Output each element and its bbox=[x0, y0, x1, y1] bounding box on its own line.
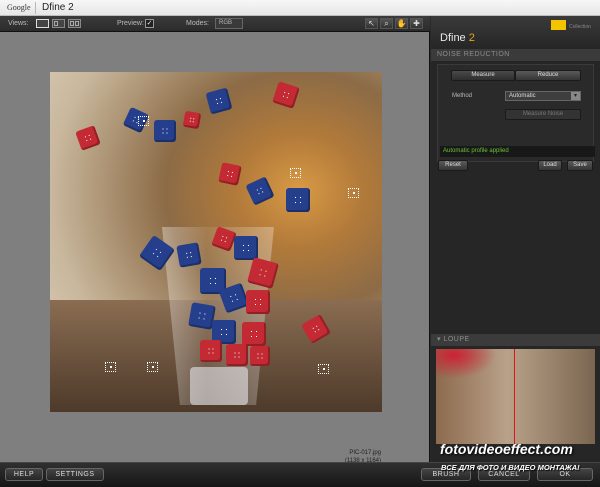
help-button[interactable]: HELP bbox=[5, 468, 43, 481]
photo-die bbox=[234, 236, 258, 260]
host-app-brand: Google bbox=[7, 3, 31, 12]
method-label: Method bbox=[452, 93, 473, 99]
watermark-tagline: ВСЕ ДЛЯ ФОТО И ВИДЕО МОНТАЖА! bbox=[441, 463, 580, 472]
reduce-tab[interactable]: Reduce bbox=[515, 70, 581, 81]
dfine-app-window: Google Dfine 2 Views: Preview: ✓ Modes: … bbox=[0, 0, 600, 487]
loupe-blur-detail bbox=[436, 349, 496, 379]
image-canvas[interactable]: PIC-017.jpg (1138 x 1164) bbox=[0, 32, 430, 464]
preview-checkbox[interactable]: ✓ bbox=[145, 19, 154, 28]
window-title: Dfine 2 bbox=[42, 2, 74, 13]
status-message: Automatic profile applied bbox=[440, 146, 595, 157]
modes-label: Modes: bbox=[186, 20, 209, 27]
loupe-header-label: LOUPE bbox=[443, 336, 470, 343]
control-point-marker[interactable] bbox=[138, 116, 149, 126]
zoom-tool-icon[interactable]: ⌕ bbox=[380, 18, 393, 29]
title-separator bbox=[35, 2, 36, 14]
loupe-split-line[interactable] bbox=[514, 349, 515, 444]
preview-image[interactable] bbox=[50, 72, 382, 412]
loupe-header[interactable]: ▾ LOUPE bbox=[431, 334, 600, 346]
control-point-marker[interactable] bbox=[318, 364, 329, 374]
photo-die bbox=[226, 344, 248, 366]
watermark-site: fotovideoeffect.com bbox=[440, 441, 573, 457]
noise-reduction-header[interactable]: NOISE REDUCTION bbox=[431, 49, 600, 61]
single-view-button[interactable] bbox=[36, 19, 49, 28]
photo-die bbox=[200, 340, 222, 362]
method-value: Automatic bbox=[509, 93, 536, 99]
reset-button[interactable]: Reset bbox=[438, 160, 468, 171]
views-label: Views: bbox=[8, 20, 29, 27]
control-point-marker[interactable] bbox=[105, 362, 116, 372]
arrow-tool-icon[interactable]: ↖ bbox=[365, 18, 378, 29]
save-button[interactable]: Save bbox=[567, 160, 593, 171]
photo-die bbox=[246, 290, 270, 314]
settings-button[interactable]: SETTINGS bbox=[46, 468, 104, 481]
photo-die bbox=[182, 110, 202, 130]
load-button[interactable]: Load bbox=[538, 160, 562, 171]
photo-die bbox=[176, 242, 202, 268]
side-by-side-right-icon bbox=[75, 21, 79, 26]
photo-die bbox=[75, 125, 101, 151]
side-by-side-left-icon bbox=[70, 21, 74, 26]
photo-die bbox=[218, 162, 242, 186]
modes-select[interactable]: RGB bbox=[215, 18, 243, 29]
method-select[interactable]: Automatic ▾ bbox=[505, 91, 581, 101]
panel-header: Dfine 2 Collection bbox=[431, 16, 600, 48]
photo-die bbox=[205, 87, 233, 115]
control-point-marker[interactable] bbox=[348, 188, 359, 198]
measure-noise-button[interactable]: Measure Noise bbox=[505, 109, 581, 120]
control-point-marker[interactable] bbox=[147, 362, 158, 372]
photo-die bbox=[245, 176, 275, 206]
control-point-marker[interactable] bbox=[290, 168, 301, 178]
photo-die bbox=[286, 188, 310, 212]
loupe-view[interactable] bbox=[436, 349, 595, 444]
photo-die bbox=[242, 322, 266, 346]
photo-die bbox=[250, 346, 270, 366]
nik-logo-icon bbox=[551, 20, 566, 30]
product-name: Dfine bbox=[440, 32, 466, 44]
photo-die bbox=[272, 81, 300, 109]
picker-tool-icon[interactable]: ✚ bbox=[410, 18, 423, 29]
measure-tab[interactable]: Measure bbox=[451, 70, 515, 81]
control-panel: Dfine 2 Collection NOISE REDUCTION Measu… bbox=[431, 16, 600, 462]
image-filename: PIC-017.jpg bbox=[349, 450, 381, 456]
chevron-down-icon: ▾ bbox=[571, 92, 580, 100]
split-view-button[interactable] bbox=[52, 19, 65, 28]
title-bar: Google Dfine 2 bbox=[0, 0, 600, 16]
product-version: 2 bbox=[468, 32, 475, 44]
toolbar: Views: Preview: ✓ Modes: RGB ↖ ⌕ ✋ ✚ bbox=[0, 16, 430, 32]
photo-glass-base bbox=[190, 367, 248, 405]
split-view-icon bbox=[54, 21, 58, 26]
preview-label: Preview: bbox=[117, 20, 144, 27]
product-title: Dfine 2 bbox=[440, 32, 475, 44]
photo-die bbox=[154, 120, 176, 142]
collection-label: Collection bbox=[569, 24, 591, 30]
hand-tool-icon[interactable]: ✋ bbox=[395, 18, 408, 29]
side-by-side-view-button[interactable] bbox=[68, 19, 81, 28]
